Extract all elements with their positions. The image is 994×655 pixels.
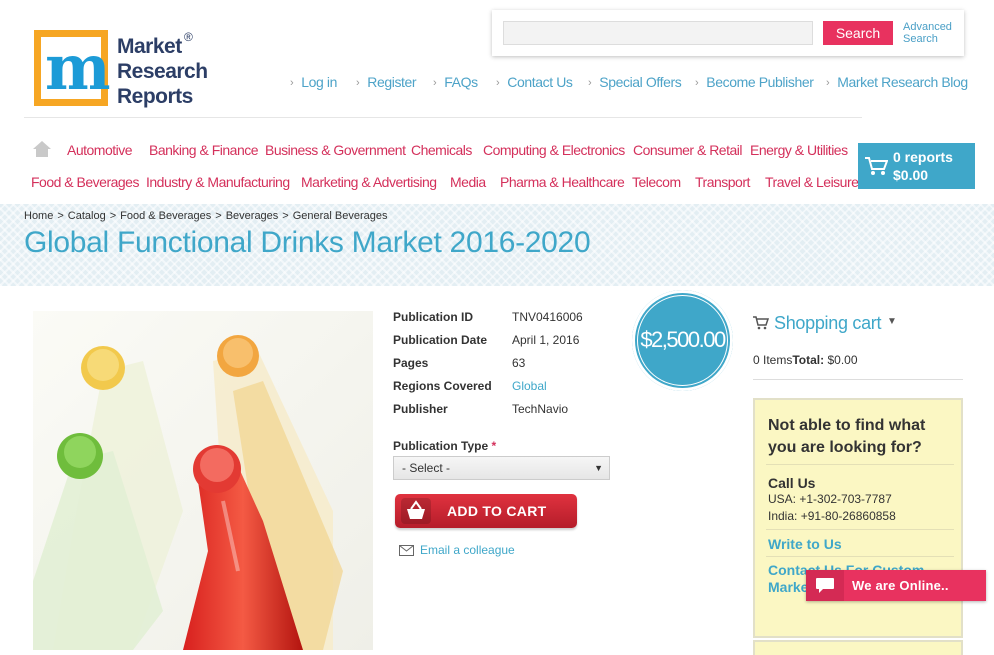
breadcrumb-separator: > xyxy=(109,210,117,222)
detail-label: Regions Covered xyxy=(393,379,492,393)
logo-mark: m xyxy=(34,30,111,106)
select-value: - Select - xyxy=(402,461,451,475)
publication-type-label: Publication Type * xyxy=(393,439,497,453)
page-title: Global Functional Drinks Market 2016-202… xyxy=(24,226,591,259)
advanced-search-link[interactable]: Advanced Search xyxy=(903,21,963,45)
detail-label: Publisher xyxy=(393,402,448,416)
envelope-icon xyxy=(399,545,414,557)
email-colleague-link[interactable]: Email a colleague xyxy=(399,543,515,557)
category-computing-electronics[interactable]: Computing & Electronics xyxy=(483,142,625,158)
category-industry-manufacturing[interactable]: Industry & Manufacturing xyxy=(146,174,290,190)
category-telecom[interactable]: Telecom xyxy=(632,174,681,190)
logo-text: Market Research Reports xyxy=(117,35,208,108)
nav-market-research-blog[interactable]: Market Research Blog xyxy=(826,74,968,90)
header-cart-button[interactable]: 0 reports $0.00 xyxy=(858,143,975,189)
breadcrumb-general-beverages[interactable]: General Beverages xyxy=(293,210,388,222)
category-marketing-advertising[interactable]: Marketing & Advertising xyxy=(301,174,437,190)
nav-special-offers[interactable]: Special Offers xyxy=(588,74,681,90)
category-travel-leisure[interactable]: Travel & Leisure xyxy=(765,174,859,190)
write-to-us-link[interactable]: Write to Us xyxy=(768,536,842,552)
cart-report-count: 0 reports xyxy=(893,149,953,165)
help-title: Not able to find what you are looking fo… xyxy=(768,417,926,456)
chat-bubble-icon xyxy=(816,578,834,593)
nav-faqs[interactable]: FAQs xyxy=(433,74,478,90)
add-to-cart-button[interactable]: ADD TO CART xyxy=(395,494,577,528)
search-panel: Search Advanced Search xyxy=(492,10,964,56)
price-badge: $2,500.00 xyxy=(632,290,733,391)
detail-value: TechNavio xyxy=(512,402,569,416)
phone-usa: USA: +1-302-703-7787 xyxy=(768,492,892,506)
breadcrumb-beverages[interactable]: Beverages xyxy=(226,210,279,222)
category-business-government[interactable]: Business & Government xyxy=(265,142,406,158)
cart-icon xyxy=(865,157,888,175)
call-us-heading: Call Us xyxy=(768,475,816,491)
product-image xyxy=(33,311,373,650)
nav-become-publisher[interactable]: Become Publisher xyxy=(695,74,814,90)
breadcrumb-separator: > xyxy=(282,210,289,222)
cart-icon xyxy=(753,316,769,330)
nav-login[interactable]: Log in xyxy=(290,74,337,90)
detail-label: Pages xyxy=(393,356,429,370)
category-transport[interactable]: Transport xyxy=(695,174,750,190)
category-automotive[interactable]: Automotive xyxy=(67,142,133,158)
breadcrumb-catalog[interactable]: Catalog xyxy=(68,210,106,222)
category-energy-utilities[interactable]: Energy & Utilities xyxy=(750,142,848,158)
category-chemicals[interactable]: Chemicals xyxy=(411,142,472,158)
cart-total-value: $0.00 xyxy=(827,353,858,367)
detail-value: TNV0416006 xyxy=(512,310,583,324)
breadcrumb-separator: > xyxy=(215,210,222,222)
category-food-beverages[interactable]: Food & Beverages xyxy=(31,174,139,190)
header-divider xyxy=(24,117,862,118)
publication-type-select[interactable]: - Select - ▼ xyxy=(393,456,610,480)
detail-value: April 1, 2016 xyxy=(512,333,580,347)
detail-label: Publication ID xyxy=(393,310,474,324)
required-marker: * xyxy=(491,439,497,453)
breadcrumb-food-beverages[interactable]: Food & Beverages xyxy=(120,210,211,222)
sidebar-box-2 xyxy=(753,640,963,655)
site-logo[interactable]: m Market Research Reports ® xyxy=(34,28,209,108)
basket-icon xyxy=(401,498,431,524)
price-value: $2,500.00 xyxy=(640,327,726,352)
dropdown-arrow-icon: ▼ xyxy=(594,463,603,473)
registered-mark: ® xyxy=(184,30,193,44)
nav-contact-us[interactable]: Contact Us xyxy=(496,74,573,90)
category-media[interactable]: Media xyxy=(450,174,486,190)
cart-summary: 0 ItemsTotal: $0.00 xyxy=(753,353,858,367)
cart-total-label: Total: xyxy=(792,353,825,367)
category-banking-finance[interactable]: Banking & Finance xyxy=(149,142,259,158)
breadcrumb-home[interactable]: Home xyxy=(24,210,53,222)
shopping-cart-title: Shopping cart xyxy=(774,313,882,333)
sidebar-divider xyxy=(753,379,963,380)
nav-register[interactable]: Register xyxy=(356,74,416,90)
breadcrumb: Home > Catalog > Food & Beverages > Beverages >… xyxy=(24,210,388,222)
category-consumer-retail[interactable]: Consumer & Retail xyxy=(633,142,743,158)
help-box: Not able to find what you are looking fo… xyxy=(753,398,963,638)
search-input[interactable] xyxy=(503,21,813,45)
region-link[interactable]: Global xyxy=(512,379,547,393)
category-pharma-healthcare[interactable]: Pharma & Healthcare xyxy=(500,174,625,190)
breadcrumb-separator: > xyxy=(57,210,64,222)
detail-label: Publication Date xyxy=(393,333,488,347)
phone-india: India: +91-80-26860858 xyxy=(768,509,896,523)
detail-value: 63 xyxy=(512,356,526,370)
search-button[interactable]: Search xyxy=(823,21,893,45)
home-icon[interactable] xyxy=(33,141,51,157)
add-to-cart-label: ADD TO CART xyxy=(447,503,547,519)
chat-label: We are Online.. xyxy=(852,578,949,593)
cart-items-count: 0 Items xyxy=(753,353,793,367)
live-chat-widget[interactable]: We are Online.. xyxy=(806,570,986,601)
cart-total: $0.00 xyxy=(893,167,929,183)
chevron-down-icon: ▼ xyxy=(887,316,897,327)
